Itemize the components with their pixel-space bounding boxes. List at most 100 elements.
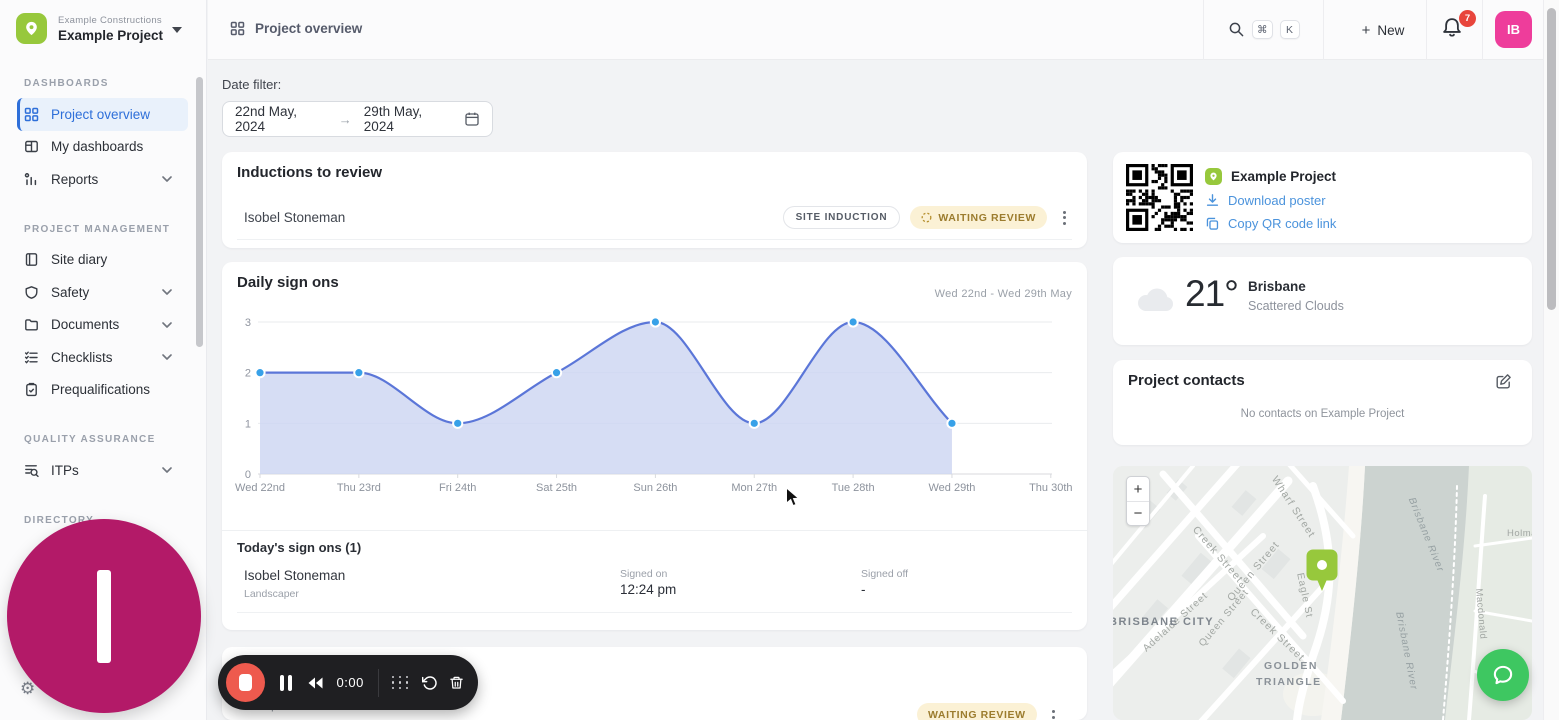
chevron-down-icon <box>162 289 172 295</box>
svg-text:Thu 30th: Thu 30th <box>1029 482 1072 494</box>
copy-icon <box>1206 217 1219 230</box>
map-zoom-out-button[interactable]: − <box>1127 501 1149 525</box>
svg-text:Sun 26th: Sun 26th <box>633 482 677 494</box>
search-button[interactable]: ⌘ K <box>1228 20 1300 39</box>
checklist-icon <box>24 351 38 364</box>
itps-icon <box>25 464 39 477</box>
project-map[interactable]: Wharf Street Creek Street Queen Street Quee… <box>1113 466 1532 720</box>
svg-text:Wed 29th: Wed 29th <box>929 482 976 494</box>
map-label-brisbane-city: BRISBANE CITY <box>1113 616 1215 628</box>
webcam-initial <box>97 569 111 663</box>
topbar: Project overview ⌘ K + New 7 IB <box>208 0 1559 60</box>
sidebar-section-heading: QUALITY ASSURANCE <box>24 434 156 445</box>
plus-icon: + <box>1361 21 1371 39</box>
sidebar-item-project-overview[interactable]: Project overview <box>17 98 188 131</box>
signon-person-role: Landscaper <box>244 588 299 600</box>
stop-recording-button[interactable] <box>226 663 265 702</box>
induction-status-badge: WAITING REVIEW <box>910 206 1047 229</box>
signons-chart: 3 2 1 0Wed 22nd Thu 23rd Fri 24th Sat 25th Sun … <box>235 316 1073 494</box>
grid-icon <box>24 107 39 121</box>
sidebar-item-label: Documents <box>51 317 120 332</box>
svg-text:Wed 22nd: Wed 22nd <box>235 482 285 494</box>
project-name: Example Project <box>58 27 164 43</box>
temperature: 21° <box>1185 273 1239 314</box>
sidebar-scrollbar[interactable] <box>196 77 203 347</box>
signed-on-time: 12:24 pm <box>620 582 677 597</box>
row-menu-button[interactable] <box>1046 706 1061 720</box>
sidebar-item-label: My dashboards <box>51 139 144 154</box>
arrow-right-icon: → <box>338 111 352 127</box>
new-button[interactable]: + New <box>1350 17 1416 43</box>
page-scrollbar[interactable] <box>1547 8 1556 310</box>
qr-project-row: Example Project <box>1205 168 1336 185</box>
sidebar-item-itps[interactable]: ITPs <box>0 454 206 487</box>
chat-bubble-icon <box>1493 665 1513 685</box>
topbar-divider <box>1203 0 1204 60</box>
map-label-triangle: TRIANGLE <box>1256 676 1322 688</box>
sidebar-item-site-diary[interactable]: Site diary <box>0 244 206 277</box>
download-poster-link[interactable]: Download poster <box>1205 193 1326 208</box>
download-icon <box>1206 194 1219 206</box>
map-zoom-in-button[interactable]: + <box>1127 477 1149 501</box>
map-zoom-control: + − <box>1126 476 1150 526</box>
grid-icon <box>230 21 245 36</box>
weather-city: Brisbane <box>1248 279 1306 294</box>
delete-recording-button[interactable] <box>449 675 464 691</box>
map-label-holma: Holma <box>1507 528 1532 539</box>
sidebar-item-reports[interactable]: Reports <box>0 163 206 196</box>
app-logo-icon <box>16 13 47 44</box>
pending-circle-icon <box>921 212 932 223</box>
date-start: 22nd May, 2024 <box>235 104 298 134</box>
app-screen: Example Constructions Example Project DA… <box>0 0 1559 720</box>
contacts-empty-text: No contacts on Example Project <box>1240 408 1405 420</box>
induction-type-badge: SITE INDUCTION <box>782 206 901 229</box>
chat-launcher-button[interactable] <box>1477 649 1529 701</box>
topbar-divider <box>1482 0 1483 60</box>
weather-card: 21° Brisbane Scattered Clouds <box>1113 257 1532 345</box>
svg-text:Mon 27th: Mon 27th <box>731 482 777 494</box>
topbar-divider <box>1323 0 1324 60</box>
project-switcher[interactable]: Example Constructions Example Project <box>0 0 206 56</box>
mouse-cursor <box>785 486 800 513</box>
divider <box>377 668 379 697</box>
pause-recording-button[interactable] <box>280 674 292 691</box>
topbar-divider <box>1426 0 1427 60</box>
edit-contacts-icon[interactable] <box>1495 373 1512 395</box>
notifications-button[interactable]: 7 <box>1440 10 1476 46</box>
chevron-down-icon <box>162 354 172 360</box>
stop-icon <box>239 674 252 691</box>
rewind-button[interactable] <box>306 676 324 690</box>
row-menu-button[interactable] <box>1057 207 1072 229</box>
clipboard-icon <box>26 383 37 397</box>
svg-text:Thu 23rd: Thu 23rd <box>337 482 381 494</box>
sidebar-item-documents[interactable]: Documents <box>0 309 206 342</box>
induction-person-name: Isobel Stoneman <box>244 210 346 225</box>
project-switcher-labels: Example Constructions Example Project <box>58 15 163 43</box>
signon-person-name: Isobel Stoneman <box>244 568 346 583</box>
sidebar-item-safety[interactable]: Safety <box>0 276 206 309</box>
status-badge: WAITING REVIEW <box>917 703 1037 720</box>
daily-signons-card: Daily sign ons Wed 22nd - Wed 29th May 3… <box>222 262 1087 630</box>
date-range-input[interactable]: 22nd May, 2024 → 29th May, 2024 <box>222 101 493 137</box>
sidebar-item-my-dashboards[interactable]: My dashboards <box>0 131 206 164</box>
sidebar-item-label: Reports <box>51 171 99 187</box>
cloud-icon <box>1133 287 1175 318</box>
recording-timer: 0:00 <box>336 675 364 690</box>
svg-text:2: 2 <box>245 368 251 380</box>
sidebar-item-checklists[interactable]: Checklists <box>0 341 206 374</box>
webcam-bubble[interactable] <box>7 519 201 713</box>
inductions-title: Inductions to review <box>237 164 383 181</box>
avatar[interactable]: IB <box>1495 11 1532 48</box>
sidebar-item-label: Project overview <box>51 106 151 122</box>
chevron-down-icon <box>162 467 172 473</box>
induction-row[interactable]: Isobel Stoneman SITE INDUCTION WAITING R… <box>237 196 1072 240</box>
restart-recording-button[interactable] <box>421 675 438 691</box>
sidebar-item-prequalifications[interactable]: Prequalifications <box>0 374 206 407</box>
shield-icon <box>25 285 38 299</box>
map-location-pin[interactable] <box>1305 548 1339 598</box>
copy-qr-link[interactable]: Copy QR code link <box>1205 216 1336 231</box>
new-button-label: New <box>1377 22 1405 38</box>
drag-handle-icon[interactable] <box>391 675 410 690</box>
chevron-down-icon <box>162 176 172 182</box>
reports-icon <box>24 172 37 185</box>
